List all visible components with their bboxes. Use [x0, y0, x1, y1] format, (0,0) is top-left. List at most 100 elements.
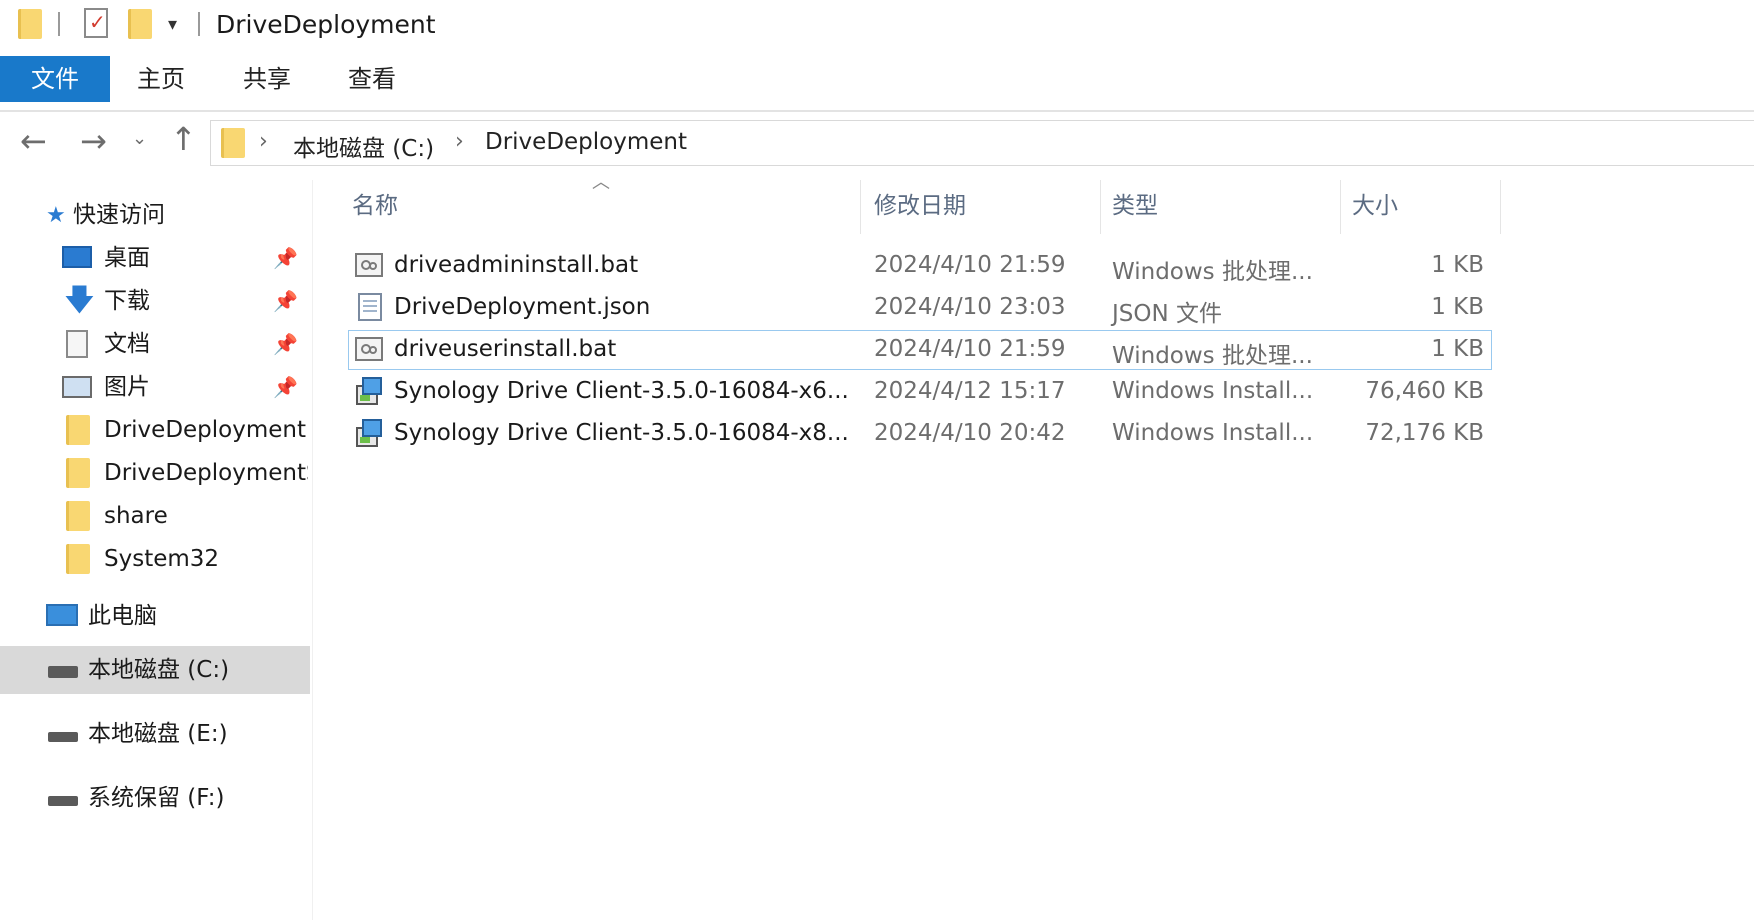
file-date: 2024/4/10 23:03	[874, 294, 1066, 320]
pin-icon[interactable]: 📌	[273, 238, 298, 278]
file-type: Windows Install...	[1112, 378, 1314, 404]
nav-this-pc[interactable]: 此电脑	[44, 596, 308, 636]
nav-drive-f[interactable]: 系统保留 (F:)	[0, 774, 310, 822]
picture-icon	[62, 376, 92, 398]
column-divider[interactable]	[1500, 180, 1501, 234]
nav-item-pictures[interactable]: 图片 📌	[60, 367, 308, 407]
title-bar: ✓ ▾ DriveDeployment	[0, 0, 1754, 50]
column-header-name[interactable]: 名称	[352, 186, 398, 220]
tab-share[interactable]: 共享	[243, 56, 291, 102]
file-type: Windows 批处理...	[1112, 259, 1313, 285]
nav-label: 本地磁盘 (C:)	[88, 657, 230, 683]
nav-label: 此电脑	[88, 603, 157, 629]
column-divider[interactable]	[1340, 180, 1341, 234]
nav-label: 文档	[104, 331, 150, 357]
batch-file-icon	[354, 334, 384, 364]
file-row[interactable]: Synology Drive Client-3.5.0-16084-x6... …	[348, 372, 1492, 412]
folder-icon	[66, 544, 90, 574]
column-divider[interactable]	[860, 180, 861, 234]
msi-installer-icon	[354, 376, 384, 406]
file-size: 1 KB	[1431, 252, 1484, 278]
column-header-type[interactable]: 类型	[1112, 186, 1158, 220]
file-name: DriveDeployment.json	[394, 294, 651, 320]
pin-icon[interactable]: 📌	[273, 281, 298, 321]
file-size: 72,176 KB	[1365, 420, 1484, 446]
drive-icon	[48, 796, 78, 806]
customize-toolbar-icon[interactable]: ▾	[168, 14, 177, 35]
toolbar-separator	[58, 12, 60, 36]
nav-label: DriveDeploymentS	[104, 460, 308, 486]
forward-icon[interactable]: →	[80, 122, 107, 160]
batch-file-icon	[354, 250, 384, 280]
msi-installer-icon	[354, 418, 384, 448]
json-file-icon	[354, 292, 384, 322]
nav-item-share[interactable]: share	[60, 496, 308, 536]
tab-view[interactable]: 查看	[348, 56, 396, 102]
pin-icon[interactable]: 📌	[273, 367, 298, 407]
nav-item-desktop[interactable]: 桌面 📌	[60, 238, 308, 278]
star-icon: ★	[46, 203, 66, 228]
breadcrumb-drive[interactable]: 本地磁盘 (C:)	[293, 129, 434, 163]
nav-label: 系统保留 (F:)	[88, 785, 225, 811]
tab-home[interactable]: 主页	[137, 56, 185, 102]
drive-icon	[48, 732, 78, 742]
nav-label: share	[104, 503, 168, 529]
file-date: 2024/4/10 21:59	[874, 252, 1066, 278]
file-size: 1 KB	[1431, 336, 1484, 362]
file-type: JSON 文件	[1112, 301, 1223, 327]
column-header-date[interactable]: 修改日期	[874, 186, 966, 220]
drive-icon	[48, 666, 78, 678]
toolbar-separator	[198, 12, 200, 36]
pin-icon[interactable]: 📌	[273, 324, 298, 364]
nav-item-drivedeployment[interactable]: DriveDeployment	[60, 410, 308, 450]
sort-ascending-icon: ︿	[592, 172, 610, 193]
nav-label: System32	[104, 546, 220, 572]
tab-file[interactable]: 文件	[0, 56, 110, 102]
file-size: 1 KB	[1431, 294, 1484, 320]
file-date: 2024/4/10 20:42	[874, 420, 1066, 446]
properties-icon[interactable]: ✓	[84, 8, 108, 38]
file-type: Windows 批处理...	[1112, 343, 1313, 369]
folder-icon	[66, 415, 90, 445]
nav-item-downloads[interactable]: 🡇 下载 📌	[60, 281, 308, 321]
nav-item-drivedeployments[interactable]: DriveDeploymentS	[60, 453, 308, 493]
column-header-size[interactable]: 大小	[1352, 186, 1398, 220]
nav-item-system32[interactable]: System32	[60, 539, 308, 579]
breadcrumb-folder[interactable]: DriveDeployment	[485, 129, 687, 155]
nav-label: 本地磁盘 (E:)	[88, 721, 228, 747]
nav-label: 下载	[104, 288, 150, 314]
file-row[interactable]: driveuserinstall.bat 2024/4/10 21:59 Win…	[348, 330, 1492, 370]
new-folder-icon[interactable]	[128, 9, 152, 39]
nav-label: 桌面	[104, 245, 150, 271]
download-icon: 🡇	[64, 283, 95, 318]
chevron-right-icon[interactable]: ›	[259, 129, 268, 154]
folder-icon	[18, 9, 42, 39]
computer-icon	[46, 604, 78, 626]
nav-quick-access[interactable]: ★ 快速访问	[46, 195, 306, 235]
chevron-right-icon[interactable]: ›	[455, 129, 464, 154]
file-name: driveuserinstall.bat	[394, 336, 617, 362]
window-title: DriveDeployment	[216, 10, 436, 39]
up-icon[interactable]: ↑	[170, 120, 197, 158]
folder-icon	[66, 501, 90, 531]
nav-item-documents[interactable]: 文档 📌	[60, 324, 308, 364]
file-row[interactable]: DriveDeployment.json 2024/4/10 23:03 JSO…	[348, 288, 1492, 328]
ribbon: 文件 主页 共享 查看	[0, 54, 1754, 112]
file-name: Synology Drive Client-3.5.0-16084-x8...	[394, 420, 849, 446]
shared-folder-icon	[66, 458, 90, 488]
nav-drive-e[interactable]: 本地磁盘 (E:)	[0, 710, 310, 758]
file-name: Synology Drive Client-3.5.0-16084-x6...	[394, 378, 849, 404]
nav-label: 快速访问	[73, 202, 166, 228]
recent-locations-icon[interactable]: ⌄	[132, 128, 147, 149]
address-bar[interactable]: › 本地磁盘 (C:) › DriveDeployment	[210, 120, 1754, 166]
nav-label: 图片	[104, 374, 150, 400]
navigation-pane: ★ 快速访问 桌面 📌 🡇 下载 📌 文档 📌 图片 📌 DriveDeploy…	[0, 180, 313, 920]
file-size: 76,460 KB	[1365, 378, 1484, 404]
nav-label: DriveDeployment	[104, 417, 307, 443]
back-icon[interactable]: ←	[20, 122, 47, 160]
column-divider[interactable]	[1100, 180, 1101, 234]
file-row[interactable]: Synology Drive Client-3.5.0-16084-x8... …	[348, 414, 1492, 454]
nav-drive-c[interactable]: 本地磁盘 (C:)	[0, 646, 310, 694]
document-icon	[66, 330, 88, 358]
file-row[interactable]: driveadmininstall.bat 2024/4/10 21:59 Wi…	[348, 246, 1492, 286]
